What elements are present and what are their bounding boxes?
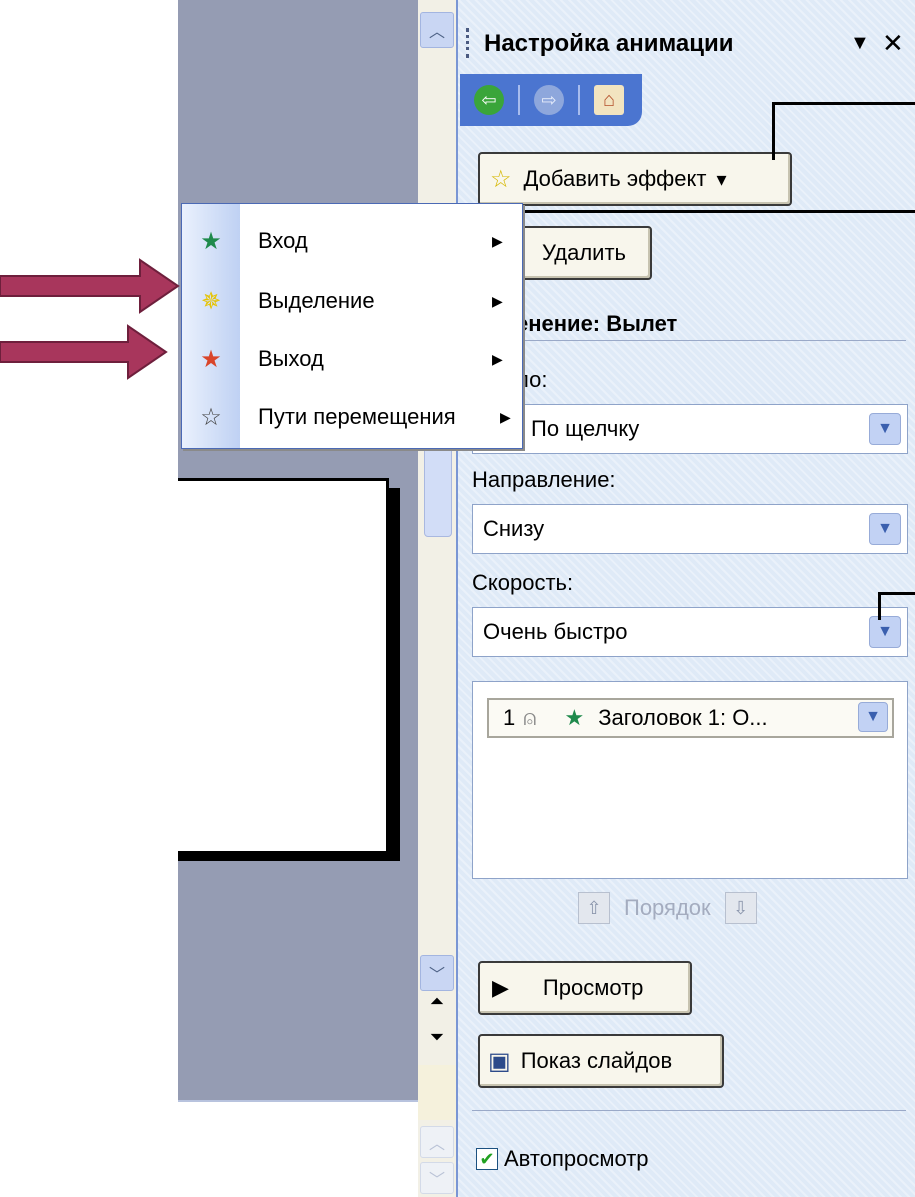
menu-item-exit[interactable]: ★ Выход ▶ [182,332,522,386]
menu-item-label: Выход [258,346,324,371]
forward-arrow-icon[interactable]: ⇨ [534,85,564,115]
slideshow-icon: ▣ [488,1047,511,1075]
direction-label: Направление: [472,467,616,492]
chevron-down-icon[interactable]: ▼ [869,616,901,648]
play-icon: ▶ [492,975,509,1000]
add-effect-label: Добавить эффект [523,166,707,191]
pane-title: Настройка анимации [484,30,734,57]
custom-animation-pane: Настройка анимации ▼ ✕ ⇦ ⇨ ⌂ ☆ Добавить … [456,0,915,1197]
move-up-button[interactable]: ⇧ [578,892,610,924]
speed-dropdown[interactable]: Очень быстро ▼ [472,607,908,657]
callout-line [878,592,881,620]
order-label: Порядок [624,895,711,920]
add-effect-star-icon: ☆ [490,165,512,193]
pane-menu-icon[interactable]: ▼ [850,32,870,55]
move-down-button[interactable]: ⇩ [724,892,757,924]
scrollbar-thumb[interactable] [424,440,452,537]
double-down-arrow-icon: ⏷ [429,1026,445,1047]
back-arrow-icon[interactable]: ⇦ [474,85,504,115]
notes-area[interactable] [178,1100,418,1132]
menu-item-label: Пути перемещения [258,404,456,429]
effect-number: 1 [503,705,516,730]
emphasis-star-icon: ✵ [200,287,222,315]
start-dropdown[interactable]: По щелчку ▼ [472,404,908,454]
preview-label: Просмотр [542,975,644,1000]
notes-scroll-up-button[interactable]: ︿ [420,1126,454,1158]
callout-line [878,592,915,595]
exit-star-icon: ★ [200,345,222,373]
speed-value: Очень быстро [483,619,628,644]
chevron-down-icon[interactable]: ▼ [858,702,888,732]
direction-dropdown[interactable]: Снизу ▼ [472,504,908,554]
arrow-up-icon: ⇧ [586,897,602,918]
pane-grip-handle[interactable] [466,28,472,58]
speed-label: Скорость: [472,570,574,595]
chevron-down-icon[interactable]: ▼ [869,413,901,445]
notes-scrollbar[interactable]: ︿ ﹀ [418,1120,456,1197]
autopreview-label: Автопросмотр [504,1146,649,1171]
vertical-scrollbar[interactable]: ︿ ﹀ ⏶ ⏷ [418,0,456,1065]
chevron-up-icon: ︿ [428,1136,445,1153]
nav-separator [578,85,580,115]
scroll-up-button[interactable]: ︿ [420,12,454,48]
submenu-arrow-icon: ▶ [500,408,511,425]
direction-value: Снизу [483,516,545,541]
callout-line [772,102,775,160]
slideshow-button[interactable]: ▣ Показ слайдов [478,1034,724,1088]
preview-button[interactable]: ▶ Просмотр [478,961,692,1015]
nav-separator [518,85,520,115]
next-slide-button[interactable]: ⏷ [426,1026,448,1048]
double-up-arrow-icon: ⏶ [429,990,445,1011]
checkmark-icon[interactable]: ✔ [476,1148,498,1170]
chevron-down-icon: ﹀ [428,1172,445,1189]
add-effect-menu: ★ Вход ▶ ✵ Выделение ▶ ★ Выход ▶ ☆ Пути … [181,203,523,449]
menu-item-label: Выделение [258,288,375,313]
start-value: По щелчку [531,416,640,441]
callout-line [505,210,915,213]
menu-item-entrance[interactable]: ★ Вход ▶ [182,214,522,268]
effect-heading: енение: Вылет [516,311,678,336]
callout-line [772,102,915,105]
submenu-arrow-icon: ▶ [492,232,503,249]
menu-item-emphasis[interactable]: ✵ Выделение ▶ [182,274,522,328]
scroll-down-button[interactable]: ﹀ [420,955,454,991]
arrow-down-icon: ⇩ [733,897,749,918]
annotation-arrow-icon [0,324,168,380]
divider [476,340,906,341]
chevron-down-icon: ﹀ [428,967,445,984]
home-icon[interactable]: ⌂ [594,85,624,115]
previous-slide-button[interactable]: ⏶ [426,990,448,1012]
annotation-arrow-icon [0,258,180,314]
submenu-arrow-icon: ▶ [492,350,503,367]
reorder-row: ⇧ Порядок ⇩ [578,890,757,926]
list-item[interactable]: 1 ⍝ ★ Заголовок 1: О... ▼ [487,698,894,738]
close-icon[interactable]: ✕ [882,28,904,59]
add-effect-button[interactable]: ☆ Добавить эффект ▾ [478,152,792,206]
slide-canvas[interactable] [178,478,389,854]
menu-item-label: Вход [258,228,308,253]
motion-path-star-icon: ☆ [200,403,222,431]
mouse-click-icon: ⍝ [523,705,537,730]
autopreview-checkbox[interactable]: ✔ Автопросмотр [476,1146,649,1172]
dropdown-arrow-icon: ▾ [716,168,727,191]
menu-item-motion-paths[interactable]: ☆ Пути перемещения ▶ [182,390,522,444]
pane-navigation-bar: ⇦ ⇨ ⌂ [460,74,642,126]
notes-scroll-gap [418,1065,456,1120]
delete-button[interactable]: Удалить [516,226,652,280]
slideshow-label: Показ слайдов [520,1048,673,1073]
effect-name: Заголовок 1: О... [598,705,768,730]
notes-scroll-down-button[interactable]: ﹀ [420,1162,454,1194]
entrance-star-icon: ★ [564,705,585,730]
submenu-arrow-icon: ▶ [492,292,503,309]
delete-label: Удалить [542,240,626,265]
chevron-down-icon[interactable]: ▼ [869,513,901,545]
entrance-star-icon: ★ [200,227,222,255]
chevron-up-icon: ︿ [428,24,445,41]
divider [472,1110,906,1111]
effects-list[interactable]: 1 ⍝ ★ Заголовок 1: О... ▼ [472,681,908,879]
